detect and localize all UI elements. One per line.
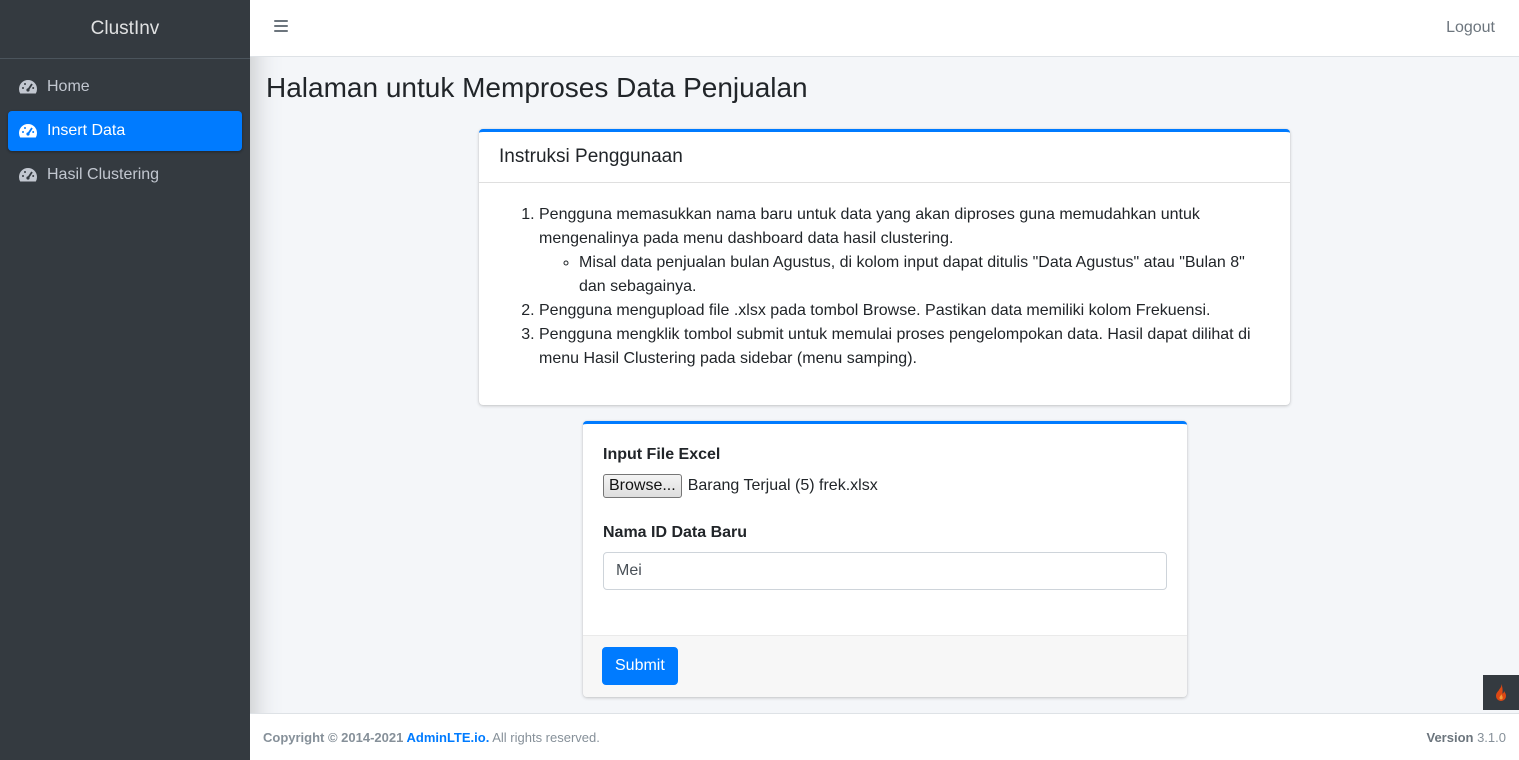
- adminlte-link[interactable]: AdminLTE.io.: [407, 730, 490, 745]
- sidebar-item-label: Hasil Clustering: [47, 166, 160, 183]
- sidebar: ClustInv Home Insert Data Hasil Clusteri…: [0, 0, 250, 760]
- instructions-card: Instruksi Penggunaan Pengguna memasukkan…: [479, 129, 1290, 405]
- sidebar-item-hasil-clustering[interactable]: Hasil Clustering: [8, 155, 242, 195]
- brand-link[interactable]: ClustInv: [0, 0, 250, 59]
- list-item: Pengguna mengklik tombol submit untuk me…: [539, 323, 1270, 371]
- browse-button[interactable]: Browse...: [603, 474, 682, 498]
- version-label: Version: [1426, 729, 1474, 745]
- tachometer-icon: [18, 121, 38, 141]
- name-input-label: Nama ID Data Baru: [603, 524, 748, 541]
- sidebar-item-insert-data[interactable]: Insert Data: [8, 111, 242, 151]
- page-title: Halaman untuk Memproses Data Penjualan: [266, 72, 808, 103]
- list-item: Pengguna memasukkan nama baru untuk data…: [539, 203, 1270, 299]
- fire-button[interactable]: [1483, 675, 1519, 710]
- top-navbar: Logout: [250, 0, 1519, 57]
- form-footer: Submit: [583, 635, 1187, 697]
- file-input-label: Input File Excel: [603, 446, 721, 463]
- version-number: 3.1.0: [1477, 729, 1506, 745]
- sub-list: Misal data penjualan bulan Agustus, di k…: [539, 251, 1270, 299]
- selected-file-name: Barang Terjual (5) frek.xlsx: [687, 477, 878, 494]
- sidebar-item-home[interactable]: Home: [8, 67, 242, 107]
- fire-icon: [1496, 683, 1506, 701]
- version-info: Version 3.1.0: [1426, 730, 1506, 745]
- instructions-list: Pengguna memasukkan nama baru untuk data…: [499, 203, 1270, 371]
- menu-toggle-icon[interactable]: [274, 20, 288, 34]
- sidebar-item-label: Insert Data: [47, 122, 126, 139]
- sidebar-nav: Home Insert Data Hasil Clustering: [0, 59, 250, 207]
- copyright-text: Copyright © 2014-2021 AdminLTE.io. All r…: [263, 730, 600, 745]
- rights-text: All rights reserved.: [492, 729, 600, 745]
- copyright-label: Copyright © 2014-2021: [263, 729, 404, 745]
- page-footer: Copyright © 2014-2021 AdminLTE.io. All r…: [250, 713, 1519, 760]
- step-1-text: Pengguna memasukkan nama baru untuk data…: [539, 206, 1200, 247]
- logout-link[interactable]: Logout: [1446, 19, 1495, 37]
- data-name-field[interactable]: [603, 552, 1167, 590]
- list-item: Pengguna mengupload file .xlsx pada tomb…: [539, 299, 1270, 323]
- list-item: Misal data penjualan bulan Agustus, di k…: [579, 251, 1270, 299]
- instructions-card-title: Instruksi Penggunaan: [479, 132, 1290, 183]
- submit-button[interactable]: Submit: [602, 647, 678, 685]
- form-body: Input File Excel Browse... Barang Terjua…: [583, 424, 1187, 590]
- tachometer-icon: [18, 77, 38, 97]
- tachometer-icon: [18, 165, 38, 185]
- sidebar-item-label: Home: [47, 78, 90, 95]
- file-input: Browse... Barang Terjual (5) frek.xlsx: [603, 474, 1167, 498]
- brand-text: ClustInv: [90, 18, 160, 39]
- upload-form-card: Input File Excel Browse... Barang Terjua…: [583, 421, 1187, 697]
- instructions-card-body: Pengguna memasukkan nama baru untuk data…: [479, 183, 1290, 371]
